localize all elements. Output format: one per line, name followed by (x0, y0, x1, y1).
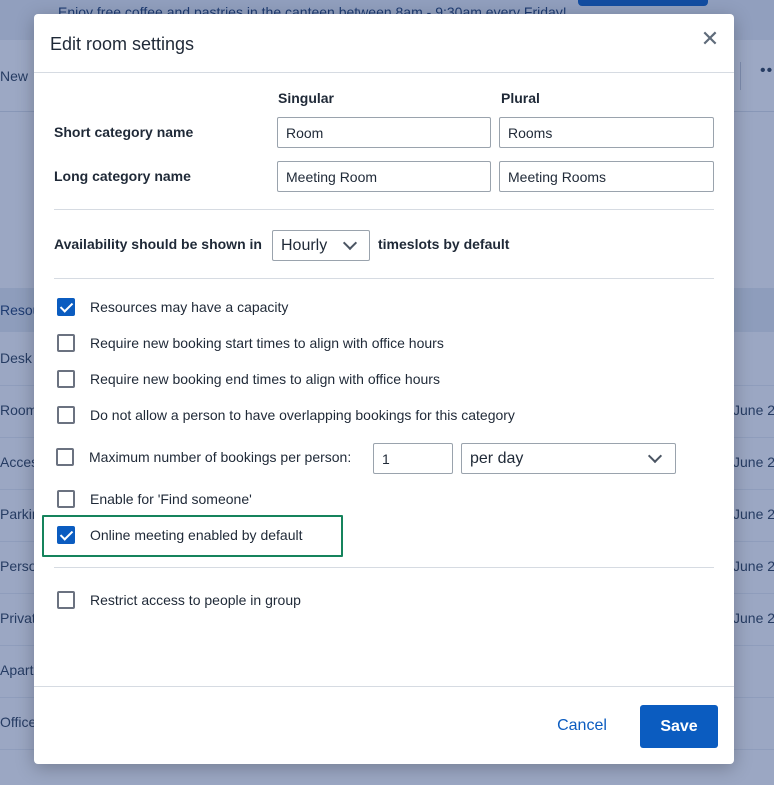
max-bookings-count-input[interactable] (373, 443, 453, 474)
singular-column-header: Singular (278, 90, 335, 106)
max-bookings-checkbox[interactable] (56, 448, 74, 466)
align-start-times-checkbox[interactable] (57, 334, 75, 352)
find-someone-checkbox[interactable] (57, 490, 75, 508)
footer-divider (34, 686, 734, 687)
online-meeting-checkbox[interactable] (57, 526, 75, 544)
align-start-times-label: Require new booking start times to align… (90, 335, 444, 351)
restrict-access-label: Restrict access to people in group (90, 592, 301, 608)
no-overlap-label: Do not allow a person to have overlappin… (90, 407, 515, 423)
restrict-access-checkbox[interactable] (57, 591, 75, 609)
long-category-singular-input[interactable] (277, 161, 491, 192)
long-category-label: Long category name (54, 168, 191, 184)
max-bookings-period-select[interactable]: per day (461, 443, 676, 474)
chevron-down-icon (342, 235, 358, 251)
max-bookings-period-value: per day (470, 450, 524, 467)
chevron-down-icon (647, 448, 663, 464)
plural-column-header: Plural (501, 90, 540, 106)
availability-suffix-label: timeslots by default (378, 236, 510, 252)
section-divider (54, 278, 714, 279)
find-someone-label: Enable for 'Find someone' (90, 491, 252, 507)
online-meeting-label: Online meeting enabled by default (90, 527, 303, 543)
capacity-checkbox[interactable] (57, 298, 75, 316)
align-end-times-label: Require new booking end times to align w… (90, 371, 440, 387)
availability-select[interactable]: Hourly (272, 230, 370, 261)
capacity-label: Resources may have a capacity (90, 299, 289, 315)
edit-room-settings-dialog: Edit room settings ✕ Singular Plural Sho… (34, 14, 734, 764)
short-category-plural-input[interactable] (499, 117, 714, 148)
section-divider (54, 567, 714, 568)
max-bookings-label: Maximum number of bookings per person: (89, 449, 352, 465)
short-category-singular-input[interactable] (277, 117, 491, 148)
availability-value: Hourly (281, 237, 328, 254)
align-end-times-checkbox[interactable] (57, 370, 75, 388)
no-overlap-checkbox[interactable] (57, 406, 75, 424)
availability-label: Availability should be shown in (54, 236, 262, 252)
section-divider (54, 209, 714, 210)
save-button[interactable]: Save (640, 705, 718, 748)
title-divider (34, 72, 734, 73)
close-icon[interactable]: ✕ (698, 26, 722, 52)
short-category-label: Short category name (54, 124, 194, 140)
long-category-plural-input[interactable] (499, 161, 714, 192)
dialog-title: Edit room settings (50, 34, 195, 54)
cancel-button[interactable]: Cancel (546, 714, 618, 738)
